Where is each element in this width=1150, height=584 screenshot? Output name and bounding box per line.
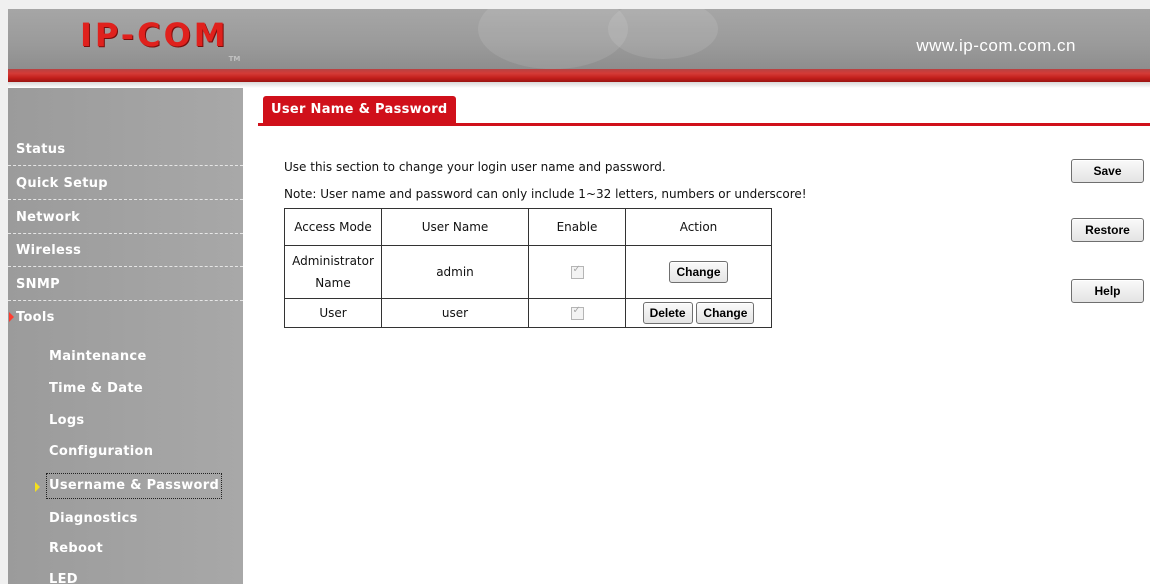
user-account-table: Access Mode User Name Enable Action Admi… xyxy=(284,208,772,328)
sidebar-subitem-maintenance[interactable]: Maintenance xyxy=(47,344,149,370)
save-button[interactable]: Save xyxy=(1071,159,1144,183)
delete-user-button[interactable]: Delete xyxy=(642,302,693,324)
sidebar-item-label: Status xyxy=(16,142,66,157)
section-note: Note: User name and password can only in… xyxy=(284,187,807,201)
sidebar-subitem-label: LED xyxy=(49,572,78,584)
checked-disabled-checkbox-icon xyxy=(570,305,584,320)
column-header-access-mode: Access Mode xyxy=(284,208,382,246)
sidebar-subitem-led[interactable]: LED xyxy=(47,567,80,584)
header-red-bar xyxy=(8,69,1150,82)
column-header-enable: Enable xyxy=(528,208,626,246)
tab-underline xyxy=(258,123,1150,126)
browser-frame: IP-COMTM www.ip-com.com.cn Status Quick … xyxy=(8,9,1150,584)
sidebar-item-tools[interactable]: Tools xyxy=(8,301,243,334)
sidebar-subitem-logs[interactable]: Logs xyxy=(47,408,86,434)
sidebar-subitem-label: Time & Date xyxy=(49,381,143,396)
sidebar-item-status[interactable]: Status xyxy=(8,133,243,166)
user-name-cell: admin xyxy=(381,245,529,299)
enable-cell xyxy=(528,245,626,299)
sidebar-subitem-label: Reboot xyxy=(49,541,104,556)
sidebar-item-wireless[interactable]: Wireless xyxy=(8,234,243,267)
sidebar-item-label: Quick Setup xyxy=(16,176,108,191)
column-header-action: Action xyxy=(625,208,772,246)
sidebar-subitem-label: Diagnostics xyxy=(49,511,138,526)
yellow-triangle-right-icon xyxy=(35,482,40,492)
sidebar-nav: Status Quick Setup Network Wireless SNMP… xyxy=(8,88,243,584)
access-mode-cell: User xyxy=(284,298,382,328)
sidebar-item-label: Network xyxy=(16,210,81,225)
sidebar-subitem-time-date[interactable]: Time & Date xyxy=(47,376,145,402)
action-cell: Delete Change xyxy=(625,298,772,328)
sidebar-item-label: Tools xyxy=(16,310,55,325)
sidebar-subitem-configuration[interactable]: Configuration xyxy=(47,439,155,465)
action-cell: Change xyxy=(625,245,772,299)
logo-text: IP-COM xyxy=(80,16,229,54)
column-header-user-name: User Name xyxy=(381,208,529,246)
sidebar-item-label: SNMP xyxy=(16,277,60,292)
sidebar-subitem-diagnostics[interactable]: Diagnostics xyxy=(47,506,140,532)
sidebar-subitem-username-password[interactable]: Username & Password xyxy=(35,473,223,499)
change-admin-button[interactable]: Change xyxy=(669,261,728,283)
access-mode-cell: Administrator Name xyxy=(284,245,382,299)
sidebar-subitem-label: Maintenance xyxy=(49,349,147,364)
sidebar-subitem-label: Username & Password xyxy=(49,478,220,493)
checked-disabled-checkbox-icon xyxy=(570,264,584,279)
trademark-mark: TM xyxy=(228,55,241,63)
access-mode-line: Name xyxy=(315,276,351,290)
table-row: Administrator Name admin Change xyxy=(284,245,772,299)
section-description: Use this section to change your login us… xyxy=(284,160,666,174)
sidebar-subitem-label: Configuration xyxy=(49,444,154,459)
sidebar-subitem-reboot[interactable]: Reboot xyxy=(47,536,105,562)
change-user-button[interactable]: Change xyxy=(696,302,755,324)
sidebar-item-quick-setup[interactable]: Quick Setup xyxy=(8,167,243,200)
sidebar-item-network[interactable]: Network xyxy=(8,201,243,234)
tab-user-name-password[interactable]: User Name & Password xyxy=(263,96,456,123)
access-mode-line: Administrator xyxy=(292,254,374,268)
sidebar-subitem-label: Logs xyxy=(49,413,85,428)
user-name-cell: user xyxy=(381,298,529,328)
table-row: User user Delete Change xyxy=(284,298,772,328)
help-button[interactable]: Help xyxy=(1071,279,1144,303)
red-triangle-right-icon xyxy=(9,312,14,322)
header-banner: IP-COMTM www.ip-com.com.cn xyxy=(8,9,1150,69)
world-map-decoration xyxy=(608,9,718,59)
enable-cell xyxy=(528,298,626,328)
table-header-row: Access Mode User Name Enable Action xyxy=(284,208,772,246)
ip-com-logo: IP-COMTM xyxy=(80,16,240,63)
restore-button[interactable]: Restore xyxy=(1071,218,1144,242)
world-map-decoration xyxy=(478,9,628,69)
sidebar-item-snmp[interactable]: SNMP xyxy=(8,268,243,301)
sidebar-item-label: Wireless xyxy=(16,243,82,258)
site-url: www.ip-com.com.cn xyxy=(916,36,1076,55)
